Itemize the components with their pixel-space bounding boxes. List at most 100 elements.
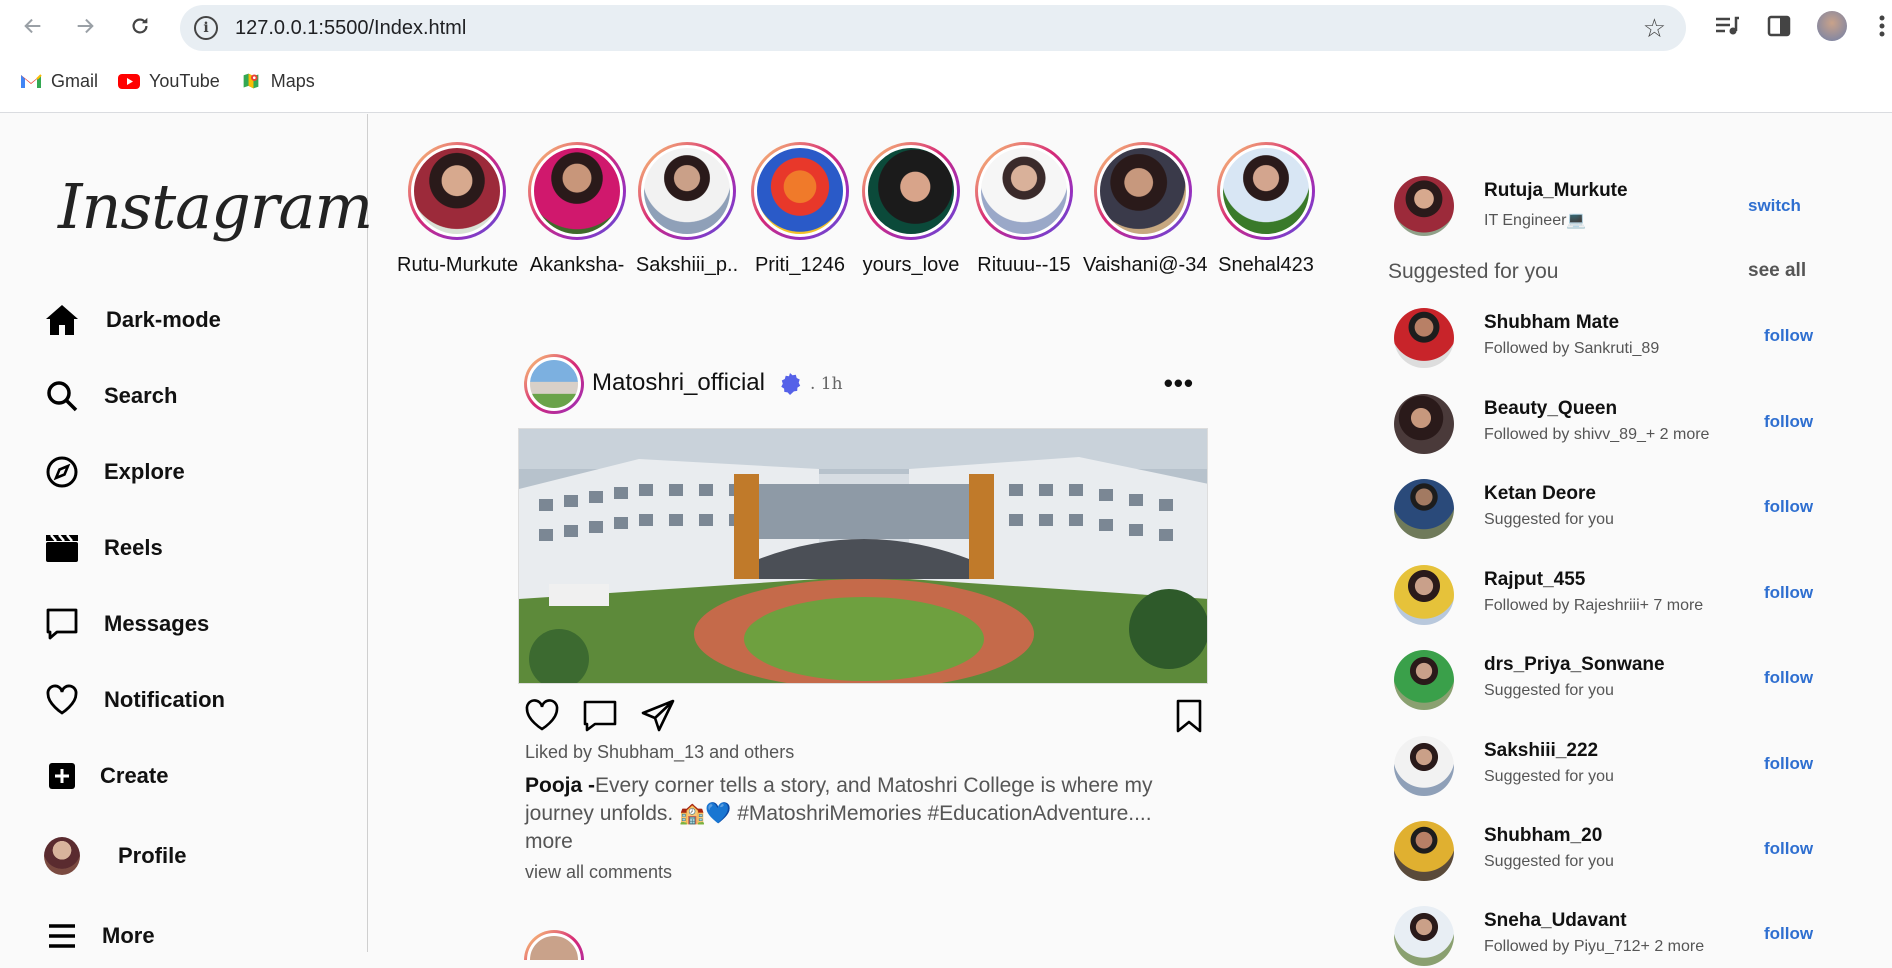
bookmark-youtube[interactable]: YouTube: [118, 71, 220, 92]
browser-profile-avatar[interactable]: [1817, 11, 1847, 41]
suggestion-avatar[interactable]: [1394, 906, 1454, 966]
suggestion-avatar[interactable]: [1394, 736, 1454, 796]
nav-explore[interactable]: Explore: [44, 454, 185, 490]
forward-icon[interactable]: [69, 10, 101, 42]
story-item[interactable]: Priti_1246: [740, 142, 860, 277]
suggestion-item: Shubham_20 Suggested for you follow: [1394, 821, 1874, 883]
suggestion-name[interactable]: Rajput_455: [1484, 569, 1585, 591]
nav-profile[interactable]: Profile: [44, 837, 187, 875]
suggestion-avatar[interactable]: [1394, 565, 1454, 625]
story-item[interactable]: yours_love: [851, 142, 971, 277]
suggestion-name[interactable]: Beauty_Queen: [1484, 398, 1617, 420]
side-panel-icon[interactable]: [1764, 11, 1794, 41]
suggestion-item: Beauty_Queen Followed by shivv_89_+ 2 mo…: [1394, 394, 1874, 456]
nav-label: Messages: [104, 611, 210, 636]
browser-menu-icon[interactable]: [1872, 11, 1892, 41]
suggestion-avatar[interactable]: [1394, 479, 1454, 539]
nav-more[interactable]: More: [44, 918, 155, 954]
switch-account-button[interactable]: switch: [1748, 196, 1801, 216]
story-avatar: [978, 145, 1070, 237]
reload-icon[interactable]: [124, 10, 156, 42]
heart-icon: [44, 682, 80, 718]
nav-messages[interactable]: Messages: [44, 606, 209, 642]
profile-avatar: [44, 837, 80, 875]
suggestion-subtitle: Suggested for you: [1484, 682, 1614, 699]
suggestion-item: Sakshiii_222 Suggested for you follow: [1394, 736, 1874, 798]
story-avatar: [1097, 145, 1189, 237]
nav-create[interactable]: Create: [44, 758, 168, 794]
bookmark-gmail[interactable]: Gmail: [20, 71, 98, 92]
story-username: Rutu-Murkute: [397, 254, 519, 276]
caption-author[interactable]: Pooja -: [525, 774, 595, 797]
address-bar[interactable]: i 127.0.0.1:5500/Index.html ☆: [180, 5, 1686, 51]
story-item[interactable]: Rutu-Murkute: [397, 142, 519, 277]
follow-button[interactable]: follow: [1764, 497, 1813, 517]
suggestion-name[interactable]: Shubham_20: [1484, 825, 1602, 847]
current-user-avatar[interactable]: [1394, 176, 1454, 236]
bookmark-maps[interactable]: Maps: [240, 71, 315, 92]
suggestion-avatar[interactable]: [1394, 394, 1454, 454]
nav-notification[interactable]: Notification: [44, 682, 225, 718]
nav-label: Profile: [118, 843, 187, 868]
story-item[interactable]: Sakshiii_p..: [627, 142, 747, 277]
browser-toolbar: i 127.0.0.1:5500/Index.html ☆: [0, 0, 1892, 52]
suggestion-name[interactable]: drs_Priya_Sonwane: [1484, 654, 1665, 676]
suggestion-item: Shubham Mate Followed by Sankruti_89 fol…: [1394, 308, 1874, 370]
post-caption: Pooja -Every corner tells a story, and M…: [525, 772, 1205, 856]
suggestion-name[interactable]: Sakshiii_222: [1484, 740, 1598, 762]
nav-search[interactable]: Search: [44, 378, 177, 414]
plus-square-icon: [44, 758, 80, 794]
back-icon[interactable]: [17, 10, 49, 42]
browser-chrome: i 127.0.0.1:5500/Index.html ☆ Gmail YouT…: [0, 0, 1892, 113]
more-options-icon[interactable]: •••: [1164, 368, 1194, 399]
suggestion-subtitle: Suggested for you: [1484, 768, 1614, 785]
follow-button[interactable]: follow: [1764, 668, 1813, 688]
right-panel: Rutuja_Murkute IT Engineer💻 switch Sugge…: [1380, 114, 1892, 966]
view-comments-link[interactable]: view all comments: [525, 862, 672, 883]
suggestion-name[interactable]: Shubham Mate: [1484, 312, 1619, 334]
next-post-avatar[interactable]: [524, 930, 584, 960]
share-send-icon[interactable]: [640, 698, 676, 734]
follow-button[interactable]: follow: [1764, 583, 1813, 603]
url-text[interactable]: 127.0.0.1:5500/Index.html: [235, 17, 466, 40]
youtube-icon: [118, 74, 141, 89]
suggestion-avatar[interactable]: [1394, 821, 1454, 881]
post-author-avatar[interactable]: [524, 354, 584, 414]
verified-badge-icon: [781, 373, 801, 395]
suggestion-name[interactable]: Sneha_Udavant: [1484, 910, 1627, 932]
post-time: . 1h: [810, 374, 843, 394]
bookmark-label: YouTube: [149, 70, 220, 91]
bookmark-save-icon[interactable]: [1174, 698, 1204, 734]
follow-button[interactable]: follow: [1764, 326, 1813, 346]
see-all-link[interactable]: see all: [1748, 260, 1806, 282]
suggestion-avatar[interactable]: [1394, 650, 1454, 710]
story-avatar: [1220, 145, 1312, 237]
suggestion-avatar[interactable]: [1394, 308, 1454, 368]
story-username: Snehal423: [1218, 254, 1314, 276]
nav-dark-mode[interactable]: Dark-mode: [44, 302, 221, 338]
follow-button[interactable]: follow: [1764, 412, 1813, 432]
current-user-name[interactable]: Rutuja_Murkute: [1484, 180, 1628, 202]
site-info-icon[interactable]: i: [194, 16, 218, 40]
follow-button[interactable]: follow: [1764, 754, 1813, 774]
suggestion-subtitle: Followed by Piyu_712+ 2 more: [1484, 938, 1705, 955]
story-avatar: [531, 145, 623, 237]
comment-icon[interactable]: [582, 698, 618, 734]
story-item[interactable]: Akanksha-: [517, 142, 637, 277]
media-control-icon[interactable]: [1712, 11, 1742, 41]
suggestion-name[interactable]: Ketan Deore: [1484, 483, 1596, 505]
follow-button[interactable]: follow: [1764, 839, 1813, 859]
story-item[interactable]: Snehal423: [1206, 142, 1326, 277]
instagram-logo[interactable]: Instagram: [58, 170, 373, 243]
post-image[interactable]: [518, 428, 1208, 684]
follow-button[interactable]: follow: [1764, 924, 1813, 944]
hamburger-icon: [44, 918, 80, 954]
story-avatar: [641, 145, 733, 237]
maps-icon: [243, 73, 259, 89]
like-heart-icon[interactable]: [524, 698, 560, 734]
story-item[interactable]: Vaishani@-34: [1083, 142, 1207, 277]
bookmark-star-icon[interactable]: ☆: [1643, 13, 1666, 44]
post-username[interactable]: Matoshri_official: [592, 369, 765, 397]
nav-reels[interactable]: Reels: [44, 530, 163, 566]
story-item[interactable]: Rituuu--15: [964, 142, 1084, 277]
